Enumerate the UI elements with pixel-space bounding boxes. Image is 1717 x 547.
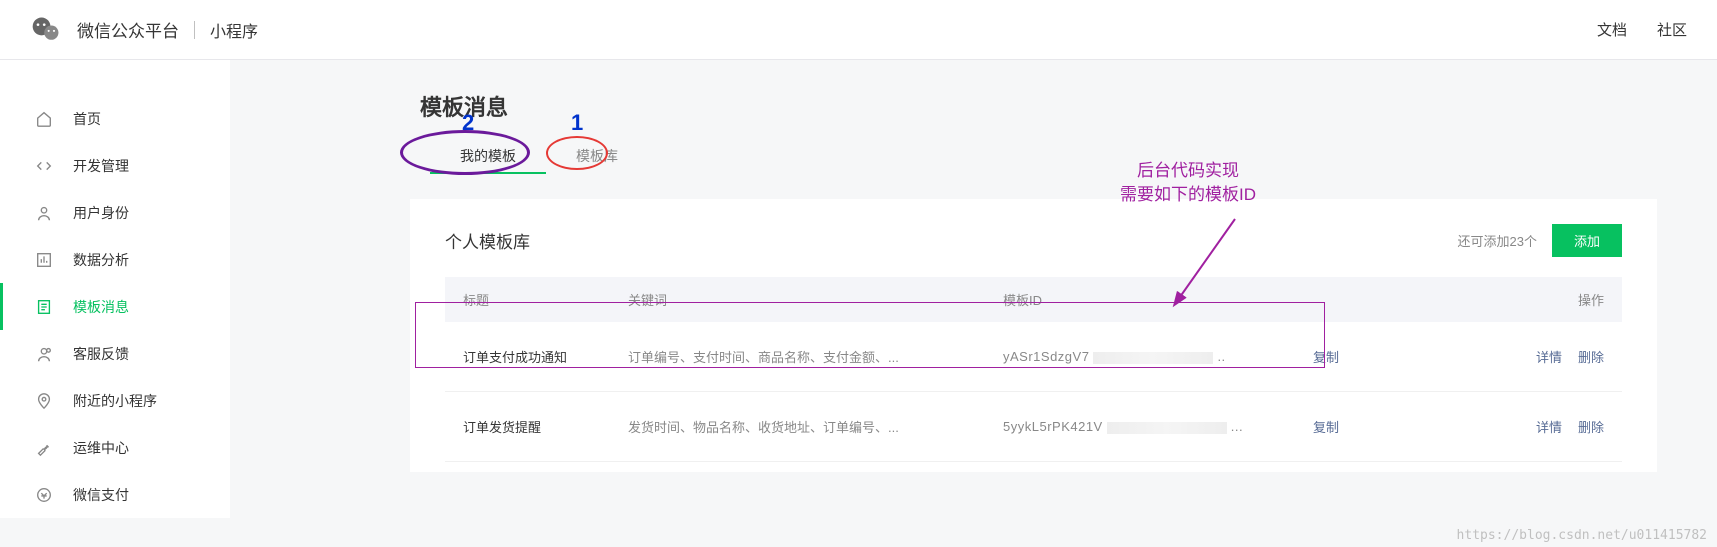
tab-my-templates[interactable]: 我的模板 2 (430, 140, 546, 174)
sidebar-item-pay[interactable]: 微信支付 (0, 471, 230, 518)
row-title: 订单发货提醒 (463, 417, 628, 436)
table-row: 订单发货提醒 发货时间、物品名称、收货地址、订单编号、... 5yykL5rPK… (445, 392, 1622, 462)
header-left: 微信公众平台 小程序 (30, 14, 258, 46)
sidebar-item-label: 模板消息 (73, 297, 129, 317)
delete-link[interactable]: 删除 (1578, 417, 1604, 436)
col-header-op: 操作 (1433, 290, 1604, 309)
sidebar-item-label: 数据分析 (73, 250, 129, 270)
row-ops: 详情 删除 (1433, 417, 1604, 436)
quota-text: 还可添加23个 (1458, 231, 1537, 250)
tab-label: 我的模板 (460, 148, 516, 164)
id-masked-icon (1107, 422, 1227, 434)
col-header-title: 标题 (463, 290, 628, 309)
table-header: 标题 关键词 模板ID 操作 (445, 277, 1622, 322)
tabs: 我的模板 2 模板库 1 (430, 140, 1657, 174)
watermark: https://blog.csdn.net/u011415782 (1457, 528, 1707, 543)
sidebar-item-label: 首页 (73, 109, 101, 129)
row-keywords: 发货时间、物品名称、收货地址、订单编号、... (628, 417, 1003, 436)
col-header-id: 模板ID (1003, 290, 1313, 309)
main-content: 模板消息 我的模板 2 模板库 1 个人模板库 还可添加23个 添加 (230, 60, 1717, 518)
delete-link[interactable]: 删除 (1578, 347, 1604, 366)
sidebar-item-label: 用户身份 (73, 203, 129, 223)
col-header-keywords: 关键词 (628, 290, 1003, 309)
panel-title: 个人模板库 (445, 228, 530, 253)
sidebar-item-label: 客服反馈 (73, 344, 129, 364)
sidebar-item-dev[interactable]: 开发管理 (0, 142, 230, 189)
pay-icon (35, 486, 53, 504)
wechat-logo-icon (30, 14, 62, 46)
feedback-icon (35, 345, 53, 363)
wrench-icon (35, 439, 53, 457)
sidebar-item-label: 运维中心 (73, 438, 129, 458)
add-button[interactable]: 添加 (1552, 224, 1622, 257)
platform-name: 微信公众平台 (77, 17, 179, 42)
row-title: 订单支付成功通知 (463, 347, 628, 366)
sidebar-item-analytics[interactable]: 数据分析 (0, 236, 230, 283)
col-header-copy (1313, 290, 1433, 309)
home-icon (35, 110, 53, 128)
detail-link[interactable]: 详情 (1536, 347, 1562, 366)
code-icon (35, 157, 53, 175)
template-panel: 个人模板库 还可添加23个 添加 标题 关键词 模板ID 操作 订单支付成功通知… (410, 199, 1657, 472)
header-right: 文档 社区 (1597, 19, 1687, 40)
tab-template-library[interactable]: 模板库 1 (546, 140, 648, 174)
header-link-docs[interactable]: 文档 (1597, 19, 1627, 40)
sub-platform-name: 小程序 (210, 18, 258, 42)
copy-link[interactable]: 复制 (1313, 417, 1433, 436)
top-header: 微信公众平台 小程序 文档 社区 (0, 0, 1717, 60)
row-template-id: yASr1SdzgV7.. (1003, 349, 1313, 364)
panel-header: 个人模板库 还可添加23个 添加 (445, 224, 1622, 257)
sidebar-item-label: 附近的小程序 (73, 391, 157, 411)
detail-link[interactable]: 详情 (1536, 417, 1562, 436)
header-link-community[interactable]: 社区 (1657, 19, 1687, 40)
chart-icon (35, 251, 53, 269)
tab-label: 模板库 (576, 148, 618, 164)
row-ops: 详情 删除 (1433, 347, 1604, 366)
sidebar-item-template[interactable]: 模板消息 (0, 283, 230, 330)
location-icon (35, 392, 53, 410)
sidebar-item-user[interactable]: 用户身份 (0, 189, 230, 236)
sidebar-item-nearby[interactable]: 附近的小程序 (0, 377, 230, 424)
row-template-id: 5yykL5rPK421V... (1003, 419, 1313, 434)
user-icon (35, 204, 53, 222)
template-icon (35, 298, 53, 316)
page-title: 模板消息 (420, 90, 1657, 122)
row-keywords: 订单编号、支付时间、商品名称、支付金额、... (628, 347, 1003, 366)
sidebar-item-label: 开发管理 (73, 156, 129, 176)
header-divider (194, 21, 195, 39)
sidebar: 首页 开发管理 用户身份 数据分析 模板消息 客服反馈 附近的小程序 运维中心 (0, 60, 230, 518)
panel-header-right: 还可添加23个 添加 (1458, 224, 1622, 257)
sidebar-item-label: 微信支付 (73, 485, 129, 505)
sidebar-item-ops[interactable]: 运维中心 (0, 424, 230, 471)
id-masked-icon (1093, 352, 1213, 364)
sidebar-item-feedback[interactable]: 客服反馈 (0, 330, 230, 377)
table-row: 订单支付成功通知 订单编号、支付时间、商品名称、支付金额、... yASr1Sd… (445, 322, 1622, 392)
sidebar-item-home[interactable]: 首页 (0, 95, 230, 142)
copy-link[interactable]: 复制 (1313, 347, 1433, 366)
